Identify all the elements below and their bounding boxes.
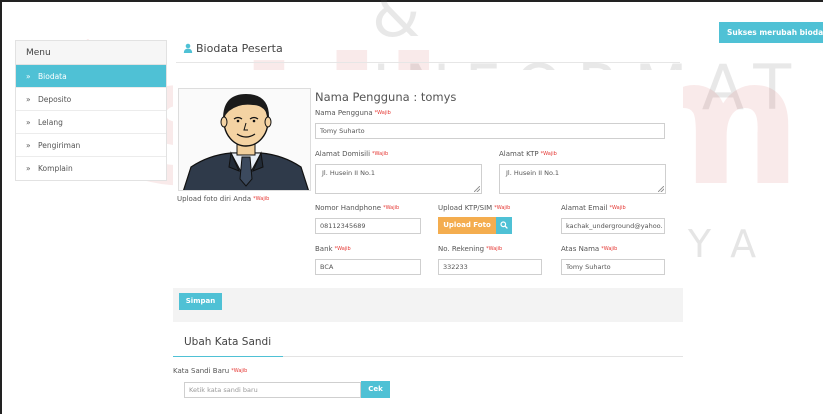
page-title-text: Biodata Peserta — [196, 42, 283, 55]
bank-input[interactable]: BCA — [315, 259, 421, 275]
rekening-label: No. Rekening *Wajib — [438, 245, 502, 253]
alamat-domisili-value: Jl. Husein II No.1 — [322, 169, 376, 177]
sidebar-item-label: Deposito — [38, 95, 72, 104]
atas-nama-input[interactable]: Tomy Suharto — [561, 259, 665, 275]
sidebar-item-pengiriman[interactable]: » Pengiriman — [16, 134, 166, 157]
username-label-text: Nama Pengguna — [315, 109, 373, 117]
resize-handle-icon[interactable] — [658, 186, 664, 192]
upload-photo-button[interactable]: Upload Foto — [438, 217, 496, 234]
form-footer — [173, 288, 683, 322]
new-password-label-text: Kata Sandi Baru — [173, 367, 230, 375]
sidebar-item-label: Biodata — [38, 72, 67, 81]
alamat-domisili-label: Alamat Domisili *Wajib — [315, 150, 388, 158]
required-mark: *Wajib — [231, 368, 248, 374]
alamat-ktp-label-text: Alamat KTP — [499, 150, 539, 158]
preview-button[interactable] — [496, 217, 512, 234]
section-divider-accent — [173, 356, 283, 357]
sidebar-menu: Menu » Biodata » Deposito » Lelang » Pengiri… — [15, 40, 167, 181]
menu-header: Menu — [16, 41, 166, 65]
user-icon — [183, 43, 193, 53]
sidebar-item-label: Pengiriman — [38, 141, 81, 150]
alamat-ktp-textarea[interactable]: Jl. Husein II No.1 — [499, 164, 666, 194]
change-password-title: Ubah Kata Sandi — [184, 336, 272, 348]
alamat-domisili-textarea[interactable]: Jl. Husein II No.1 — [315, 164, 482, 194]
search-icon — [500, 221, 508, 229]
chevron-right-icon: » — [26, 95, 31, 104]
new-password-label: Kata Sandi Baru *Wajib — [173, 367, 247, 375]
phone-label: Nomor Handphone *Wajib — [315, 204, 399, 212]
profile-photo[interactable] — [178, 88, 311, 191]
check-password-button[interactable]: Cek — [361, 381, 390, 398]
sidebar-item-deposito[interactable]: » Deposito — [16, 88, 166, 111]
resize-handle-icon[interactable] — [474, 186, 480, 192]
required-mark: *Wajib — [540, 151, 557, 157]
required-mark: *Wajib — [486, 246, 503, 252]
email-input[interactable]: kachak_underground@yahoo. — [561, 218, 665, 234]
email-label: Alamat Email *Wajib — [561, 204, 626, 212]
save-button[interactable]: Simpan — [179, 293, 222, 310]
chevron-right-icon: » — [26, 118, 31, 127]
sidebar-item-lelang[interactable]: » Lelang — [16, 111, 166, 134]
chevron-right-icon: » — [26, 141, 31, 150]
rekening-label-text: No. Rekening — [438, 245, 485, 253]
required-mark: *Wajib — [601, 246, 618, 252]
photo-caption-text: Upload foto diri Anda — [177, 195, 252, 203]
new-password-placeholder: Ketik kata sandi baru — [189, 386, 258, 394]
section-divider — [173, 356, 683, 357]
success-toast: Sukses merubah biodata — [719, 22, 823, 43]
username-input[interactable]: Tomy Suharto — [315, 123, 665, 139]
sidebar-item-biodata[interactable]: » Biodata — [16, 65, 166, 88]
required-mark: *Wajib — [383, 205, 400, 211]
page-title: Biodata Peserta — [183, 42, 283, 55]
username-label: Nama Pengguna *Wajib — [315, 109, 391, 117]
required-mark: *Wajib — [609, 205, 626, 211]
sidebar-item-label: Komplain — [38, 164, 73, 173]
alamat-ktp-label: Alamat KTP *Wajib — [499, 150, 557, 158]
bank-label: Bank *Wajib — [315, 245, 351, 253]
required-mark: *Wajib — [334, 246, 351, 252]
atas-nama-label-text: Atas Nama — [561, 245, 600, 253]
chevron-right-icon: » — [26, 72, 31, 81]
bank-label-text: Bank — [315, 245, 333, 253]
phone-input[interactable]: 08112345689 — [315, 218, 421, 234]
required-mark: *Wajib — [374, 110, 391, 116]
required-mark: *Wajib — [372, 151, 389, 157]
required-mark: *Wajib — [253, 196, 270, 202]
atas-nama-label: Atas Nama *Wajib — [561, 245, 617, 253]
sidebar-item-komplain[interactable]: » Komplain — [16, 157, 166, 180]
rekening-input[interactable]: 332233 — [438, 259, 542, 275]
title-divider — [176, 62, 680, 63]
upload-ktp-label: Upload KTP/SIM *Wajib — [438, 204, 510, 212]
sidebar-item-label: Lelang — [38, 118, 63, 127]
avatar-illustration — [179, 89, 310, 190]
alamat-ktp-value: Jl. Husein II No.1 — [506, 169, 560, 177]
required-mark: *Wajib — [494, 205, 511, 211]
alamat-domisili-label-text: Alamat Domisili — [315, 150, 371, 158]
email-label-text: Alamat Email — [561, 204, 608, 212]
chevron-right-icon: » — [26, 164, 31, 173]
username-heading: Nama Pengguna : tomys — [315, 90, 457, 104]
upload-ktp-label-text: Upload KTP/SIM — [438, 204, 493, 212]
phone-label-text: Nomor Handphone — [315, 204, 382, 212]
new-password-input[interactable]: Ketik kata sandi baru — [184, 382, 361, 398]
photo-caption: Upload foto diri Anda *Wajib — [177, 195, 269, 203]
